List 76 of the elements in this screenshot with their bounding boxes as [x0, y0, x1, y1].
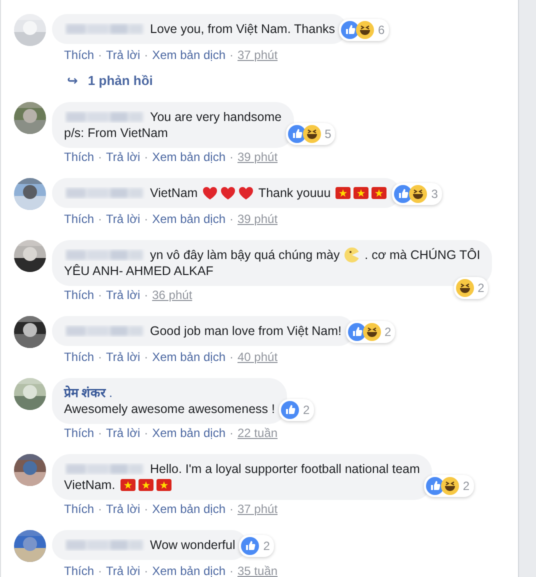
action-link[interactable]: Xem bản dịch [152, 150, 226, 164]
reaction-summary[interactable]: 2 [424, 475, 474, 497]
comment-text: You are very handsome [150, 110, 282, 124]
timestamp[interactable]: 36 phút [152, 288, 192, 302]
action-link[interactable]: Thích [64, 350, 94, 364]
separator-dot: · [230, 350, 234, 364]
separator-dot: · [98, 564, 102, 577]
separator-dot: · [98, 212, 102, 226]
action-link[interactable]: Thích [64, 426, 94, 440]
action-link[interactable]: Xem bản dịch [152, 212, 226, 226]
separator-dot: · [144, 150, 148, 164]
reaction-summary[interactable]: 2 [239, 535, 274, 557]
timestamp[interactable]: 40 phút [238, 350, 278, 364]
comment-text: Wow wonderful [150, 538, 236, 552]
separator-dot: · [98, 350, 102, 364]
separator-dot: · [144, 502, 148, 516]
action-link[interactable]: Trả lời [106, 150, 140, 164]
separator-dot: · [230, 426, 234, 440]
separator-dot: · [98, 48, 102, 62]
reaction-summary[interactable]: 6 [339, 19, 389, 41]
timestamp[interactable]: 39 phút [238, 150, 278, 164]
reaction-summary[interactable]: 2 [346, 321, 396, 343]
separator-dot: · [98, 288, 102, 302]
separator-dot: · [230, 150, 234, 164]
separator-dot: · [144, 350, 148, 364]
action-link[interactable]: Trả lời [106, 212, 140, 226]
comment-text: Awesomely awesome awesomeness ! [64, 402, 275, 416]
action-link[interactable]: Trả lời [106, 48, 140, 62]
reaction-summary[interactable]: 5 [286, 123, 336, 145]
separator-dot: · [144, 564, 148, 577]
reaction-summary[interactable]: 3 [392, 183, 442, 205]
action-link[interactable]: Thích [64, 150, 94, 164]
reaction-summary[interactable]: 2 [454, 277, 488, 299]
separator-dot: · [98, 502, 102, 516]
action-link[interactable]: Xem bản dịch [152, 426, 226, 440]
separator-dot: · [230, 502, 234, 516]
separator-dot: · [144, 426, 148, 440]
reaction-summary[interactable]: 2 [278, 399, 314, 421]
timestamp[interactable]: 22 tuần [238, 426, 278, 440]
action-link[interactable]: Xem bản dịch [152, 502, 226, 516]
replies-link[interactable]: 1 phản hồi [88, 73, 153, 89]
comment-text: YÊU ANH- AHMED ALKAF [64, 264, 214, 278]
reply-arrow-icon: ↪ [67, 73, 78, 89]
separator-dot: · [98, 426, 102, 440]
comment-text: yn vô đây làm bậy quá chúng mày . cơ mà CHÚNG TÔI [150, 248, 480, 262]
action-link[interactable]: Thích [64, 48, 94, 62]
author-name[interactable]: प्रेम शंकर . [64, 385, 275, 401]
separator-dot: · [144, 288, 148, 302]
comment-text: p/s: From VietNam [64, 126, 168, 140]
comment-text: VietNam Thank youuu [150, 186, 388, 200]
action-link[interactable]: Trả lời [106, 350, 140, 364]
action-link[interactable]: Trả lời [106, 426, 140, 440]
action-link[interactable]: Xem bản dịch [152, 48, 226, 62]
action-link[interactable]: Xem bản dịch [152, 350, 226, 364]
timestamp[interactable]: 39 phút [238, 212, 278, 226]
separator-dot: · [144, 212, 148, 226]
action-link[interactable]: Trả lời [106, 288, 140, 302]
action-link[interactable]: Trả lời [106, 502, 140, 516]
separator-dot: · [230, 564, 234, 577]
comment-text: VietNam. [64, 478, 173, 492]
action-link[interactable]: Xem bản dịch [152, 564, 226, 577]
separator-dot: · [230, 48, 234, 62]
comment-text: Love you, from Việt Nam. Thanks [150, 22, 336, 36]
separator-dot: · [230, 212, 234, 226]
action-link[interactable]: Thích [64, 502, 94, 516]
separator-dot: · [98, 150, 102, 164]
timestamp[interactable]: 37 phút [238, 502, 278, 516]
action-link[interactable]: Thích [64, 564, 94, 577]
separator-dot: · [144, 48, 148, 62]
comment-text: Hello. I'm a loyal supporter football national team [150, 462, 420, 476]
timestamp[interactable]: 35 tuần [238, 564, 278, 577]
action-link[interactable]: Thích [64, 288, 94, 302]
action-link[interactable]: Thích [64, 212, 94, 226]
timestamp[interactable]: 37 phút [238, 48, 278, 62]
action-link[interactable]: Trả lời [106, 564, 140, 577]
comment-text: Good job man love from Việt Nam! [150, 324, 342, 338]
